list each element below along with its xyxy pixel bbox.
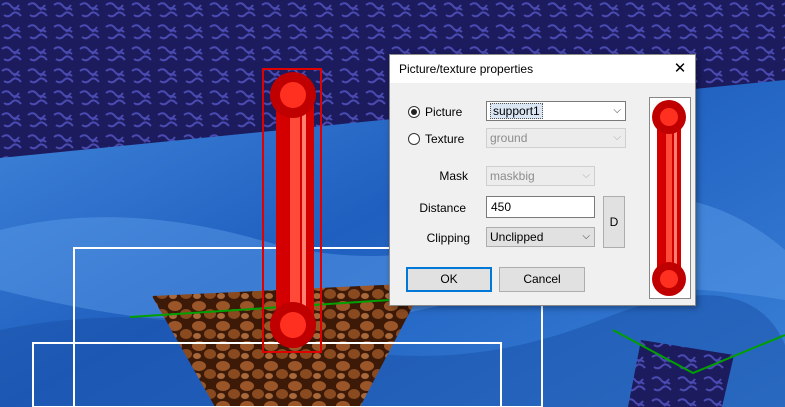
support-pillar[interactable] xyxy=(270,72,316,348)
mask-select-value: maskbig xyxy=(490,169,535,183)
texture-select: ground ⌵ xyxy=(486,128,626,148)
mask-label: Mask xyxy=(439,169,468,183)
texture-radio-label[interactable]: Texture xyxy=(425,132,464,146)
close-icon[interactable]: ✕ xyxy=(665,55,695,83)
picture-texture-dialog: Picture/texture properties ✕ Picture sup… xyxy=(389,54,696,306)
chevron-down-icon: ⌵ xyxy=(613,132,621,143)
clipping-select[interactable]: Unclipped ⌵ xyxy=(486,227,595,247)
chevron-down-icon: ⌵ xyxy=(613,105,621,116)
texture-select-value: ground xyxy=(490,131,528,145)
clipping-select-value: Unclipped xyxy=(490,230,544,244)
dialog-titlebar[interactable]: Picture/texture properties ✕ xyxy=(390,55,695,83)
cancel-button[interactable]: Cancel xyxy=(499,267,585,292)
distance-label: Distance xyxy=(419,201,466,215)
texture-radio[interactable] xyxy=(408,133,420,145)
picture-radio-row[interactable]: Picture xyxy=(408,105,462,119)
chevron-down-icon: ⌵ xyxy=(582,170,590,181)
mask-select: maskbig ⌵ xyxy=(486,166,595,186)
distance-input[interactable]: 450 xyxy=(486,196,595,218)
dialog-title: Picture/texture properties xyxy=(399,62,534,76)
texture-radio-row[interactable]: Texture xyxy=(408,132,464,146)
d-button[interactable]: D xyxy=(603,196,625,248)
picture-radio[interactable] xyxy=(408,106,420,118)
picture-select[interactable]: support1 ⌵ xyxy=(486,101,626,121)
support-pillar-picture xyxy=(652,100,686,296)
chevron-down-icon: ⌵ xyxy=(582,231,590,242)
ok-button[interactable]: OK xyxy=(406,267,492,292)
picture-preview xyxy=(649,97,691,299)
picture-select-value: support1 xyxy=(490,103,543,119)
picture-radio-label[interactable]: Picture xyxy=(425,105,462,119)
clipping-label: Clipping xyxy=(426,231,470,245)
